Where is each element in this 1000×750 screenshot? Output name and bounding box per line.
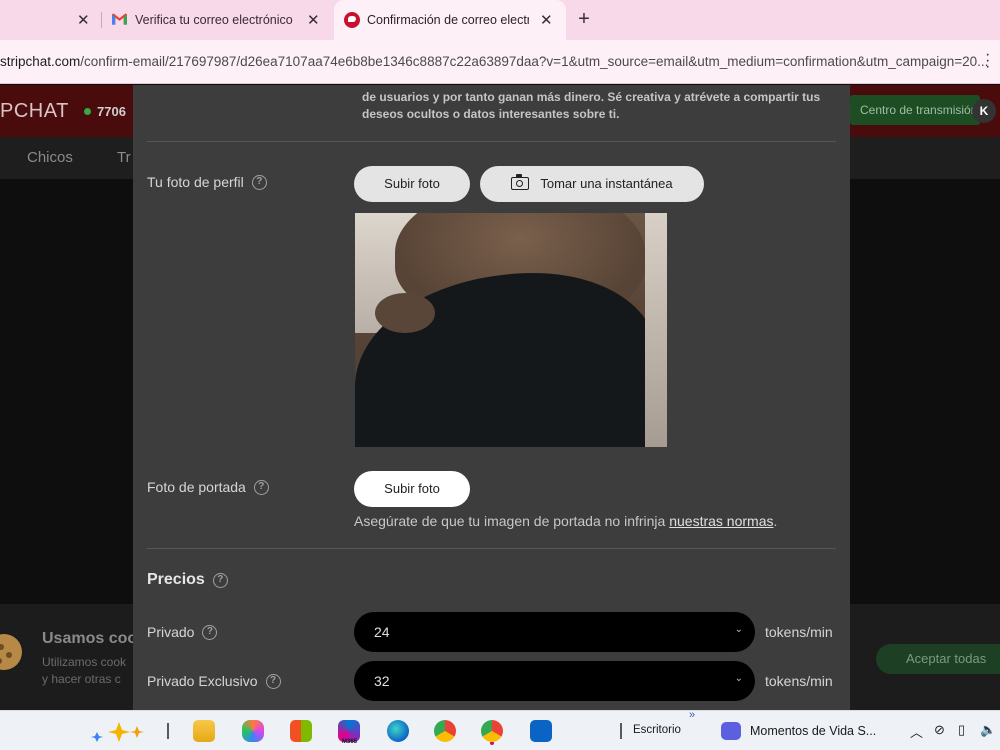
profile-settings-modal: de usuarios y por tanto ganan más dinero… xyxy=(133,85,850,710)
cover-photo-label: Foto de portada ? xyxy=(147,479,269,495)
stripchat-icon xyxy=(344,12,360,28)
nav-item-chicos[interactable]: Chicos xyxy=(27,149,73,166)
tab-title: Verifica tu correo electrónico - xyxy=(135,13,295,27)
taskbar-separator xyxy=(620,723,622,739)
help-icon[interactable]: ? xyxy=(253,479,269,495)
windows-taskbar: M365 Escritorio » Momentos de Vida S... … xyxy=(0,709,1000,750)
camera-icon xyxy=(511,174,530,190)
taskbar-chevron[interactable]: » xyxy=(689,709,695,721)
bio-hint-text: de usuarios y por tanto ganan más dinero… xyxy=(362,90,821,121)
desktop-label[interactable]: Escritorio xyxy=(633,724,681,736)
chevron-down-icon: ⌄ xyxy=(734,624,743,635)
note-text: . xyxy=(773,513,778,529)
accept-cookies-button[interactable]: Aceptar todas xyxy=(876,644,1000,674)
cookie-icon xyxy=(0,634,22,670)
taskbar-separator xyxy=(167,723,169,739)
browser-tab-1[interactable]: ✕ xyxy=(0,0,95,40)
volume-icon[interactable]: 🔈 xyxy=(980,722,996,738)
cover-photo-note: Asegúrate de que tu imagen de portada no… xyxy=(354,513,777,529)
browser-tab-active[interactable]: Confirmación de correo electró ✕ xyxy=(334,0,566,40)
close-tab-icon[interactable]: ✕ xyxy=(307,11,320,29)
microsoft-store-icon[interactable] xyxy=(290,720,312,742)
help-icon[interactable]: ? xyxy=(202,624,218,640)
divider xyxy=(147,141,836,142)
online-count: 7706 xyxy=(84,104,126,119)
help-icon[interactable]: ? xyxy=(251,174,267,190)
exclusive-price-select[interactable]: 32 ⌄ xyxy=(354,661,755,701)
copilot-sparkle-icon[interactable] xyxy=(88,720,150,742)
new-tab-button[interactable]: + xyxy=(574,8,594,30)
site-logo[interactable]: PCHAT xyxy=(0,100,69,123)
avatar[interactable]: K xyxy=(972,99,996,123)
url-path: /confirm-email/217697987/d26ea7107aa74e6… xyxy=(80,54,989,69)
edge-icon[interactable] xyxy=(387,720,409,742)
label-text: Privado xyxy=(147,624,195,640)
private-price-label: Privado ? xyxy=(147,624,218,640)
help-icon[interactable]: ? xyxy=(265,673,281,689)
chrome-icon[interactable] xyxy=(434,720,456,742)
outlook-icon[interactable] xyxy=(530,720,552,742)
browser-menu-icon[interactable]: · · · xyxy=(985,47,990,75)
price-unit: tokens/min xyxy=(765,624,833,640)
browser-tab-gmail[interactable]: Verifica tu correo electrónico - ✕ xyxy=(104,0,330,40)
nav-item-trans[interactable]: Tr xyxy=(117,149,131,166)
cookie-text: Utilizamos cook y hacer otras c xyxy=(42,654,126,688)
prices-title: Precios ? xyxy=(147,571,228,589)
url-host: stripchat.com xyxy=(0,54,81,69)
note-text: Asegúrate de que tu imagen de portada no… xyxy=(354,513,670,529)
exclusive-price-label: Privado Exclusivo ? xyxy=(147,673,281,689)
label-text: Privado Exclusivo xyxy=(147,673,258,689)
tab-separator xyxy=(101,12,102,28)
upload-cover-photo-button[interactable]: Subir foto xyxy=(354,471,470,507)
tab-title: Confirmación de correo electró xyxy=(367,13,529,27)
label-text: Tu foto de perfil xyxy=(147,174,244,190)
price-unit: tokens/min xyxy=(765,673,833,689)
button-label: Tomar una instantánea xyxy=(540,176,673,191)
network-icon[interactable]: ⊘ xyxy=(934,722,945,738)
close-tab-icon[interactable]: ✕ xyxy=(540,11,553,29)
select-value: 24 xyxy=(374,624,390,640)
cookie-title: Usamos coo xyxy=(42,630,138,647)
file-explorer-icon[interactable] xyxy=(193,720,215,742)
copilot-icon[interactable] xyxy=(242,720,264,742)
close-tab-icon[interactable]: ✕ xyxy=(77,11,90,29)
cookie-text-line: Utilizamos cook xyxy=(42,655,127,669)
divider xyxy=(147,548,836,549)
help-icon[interactable]: ? xyxy=(212,572,228,588)
profile-photo-preview xyxy=(355,213,667,447)
address-bar[interactable]: stripchat.com/confirm-email/217697987/d2… xyxy=(0,40,1000,84)
url-text[interactable]: stripchat.com/confirm-email/217697987/d2… xyxy=(0,54,988,69)
profile-photo-label: Tu foto de perfil ? xyxy=(147,174,267,190)
chevron-down-icon: ⌄ xyxy=(734,673,743,684)
section-title-text: Precios xyxy=(147,571,205,588)
broadcast-center-button[interactable]: Centro de transmisión xyxy=(850,95,980,125)
battery-icon[interactable]: ▯ xyxy=(958,722,965,738)
upload-profile-photo-button[interactable]: Subir foto xyxy=(354,166,470,202)
m365-label: M365 xyxy=(342,739,358,745)
select-value: 32 xyxy=(374,673,390,689)
tray-chevron-icon[interactable]: ︿ xyxy=(910,722,923,741)
chrome-active-icon[interactable] xyxy=(481,720,503,742)
private-price-select[interactable]: 24 ⌄ xyxy=(354,612,755,652)
active-window-title[interactable]: Momentos de Vida S... xyxy=(750,724,876,738)
cookie-text-line: y hacer otras c xyxy=(42,672,121,686)
label-text: Foto de portada xyxy=(147,479,246,495)
video-app-icon[interactable] xyxy=(721,722,741,740)
browser-tab-bar: ✕ Verifica tu correo electrónico - ✕ Con… xyxy=(0,0,1000,40)
gmail-icon xyxy=(112,13,127,25)
take-snapshot-button[interactable]: Tomar una instantánea xyxy=(480,166,704,202)
rules-link[interactable]: nuestras normas xyxy=(669,513,773,529)
